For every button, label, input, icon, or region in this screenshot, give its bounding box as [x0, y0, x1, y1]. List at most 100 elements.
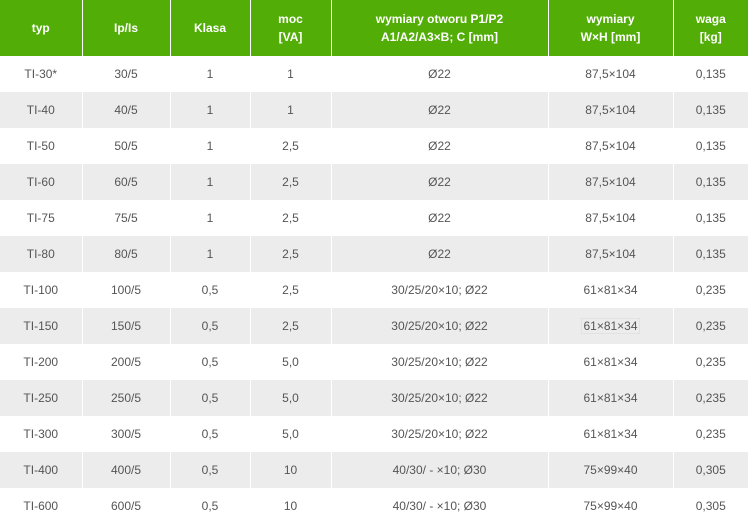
- cell-text: Ø22: [428, 103, 451, 117]
- cell-ip-is: 200/5: [82, 344, 171, 380]
- cell-text: 0,235: [695, 391, 726, 405]
- cell-text: 40/30/ - ×10; Ø30: [392, 499, 487, 513]
- cell-text: 0,235: [695, 355, 726, 369]
- cell-ip-is: 80/5: [82, 236, 171, 272]
- cell-ip-is: 40/5: [82, 92, 171, 128]
- cell-text: TI-400: [23, 463, 59, 477]
- cell-text: 61×81×34: [581, 318, 640, 334]
- cell-klasa: 0,5: [170, 272, 251, 308]
- cell-weight: 0,235: [673, 272, 748, 308]
- cell-text: 0,135: [695, 139, 726, 153]
- cell-text: 5,0: [282, 427, 299, 441]
- cell-moc: 1: [250, 92, 332, 128]
- cell-text: 250/5: [110, 391, 142, 405]
- table-row: TI-75 75/5 1 2,5 Ø22 87,5×104 0,135: [0, 200, 748, 236]
- cell-dimensions: 61×81×34: [548, 344, 674, 380]
- cell-text: TI-150: [23, 319, 59, 333]
- cell-text: Ø22: [428, 247, 451, 261]
- cell-text: 0,135: [695, 67, 726, 81]
- cell-text: 0,5: [201, 391, 219, 405]
- cell-dimensions: 75×99×40: [548, 488, 674, 524]
- cell-text: 1: [206, 67, 214, 81]
- cell-text: 30/25/20×10; Ø22: [391, 283, 488, 297]
- cell-text: 75/5: [114, 211, 138, 225]
- cell-weight: 0,305: [673, 488, 748, 524]
- cell-hole-dimensions: Ø22: [331, 56, 549, 92]
- table-row: TI-250 250/5 0,5 5,0 30/25/20×10; Ø22 61×81×3…: [0, 380, 748, 416]
- cell-text: 2,5: [282, 283, 299, 297]
- cell-typ: TI-300: [0, 416, 83, 452]
- cell-typ: TI-400: [0, 452, 83, 488]
- cell-text: 200/5: [110, 355, 142, 369]
- cell-text: 87,5×104: [585, 103, 636, 117]
- table-row: TI-80 80/5 1 2,5 Ø22 87,5×104 0,135: [0, 236, 748, 272]
- cell-weight: 0,135: [673, 56, 748, 92]
- cell-moc: 10: [250, 452, 332, 488]
- cell-typ: TI-600: [0, 488, 83, 524]
- cell-typ: TI-80: [0, 236, 83, 272]
- cell-klasa: 1: [170, 236, 251, 272]
- cell-moc: 2,5: [250, 236, 332, 272]
- cell-text: 30/25/20×10; Ø22: [391, 355, 488, 369]
- header-text: waga: [695, 12, 726, 26]
- header-text: A1/A2/A3×B; C [mm]: [380, 30, 499, 44]
- cell-text: 0,135: [695, 247, 726, 261]
- cell-text: 0,5: [201, 463, 219, 477]
- cell-text: TI-300: [23, 427, 59, 441]
- header-text: [VA]: [278, 30, 303, 44]
- header-text: wymiary otworu P1/P2: [375, 12, 504, 26]
- cell-text: 1: [206, 103, 214, 117]
- cell-text: TI-80: [26, 247, 55, 261]
- table-row: TI-100 100/5 0,5 2,5 30/25/20×10; Ø22 61×81×3…: [0, 272, 748, 308]
- cell-typ: TI-60: [0, 164, 83, 200]
- cell-klasa: 1: [170, 128, 251, 164]
- cell-text: 61×81×34: [583, 391, 638, 405]
- cell-text: Ø22: [428, 175, 451, 189]
- header-hole-dimensions: wymiary otworu P1/P2 A1/A2/A3×B; C [mm]: [331, 0, 549, 56]
- header-weight: waga [kg]: [673, 0, 748, 56]
- cell-text: 2,5: [282, 319, 299, 333]
- cell-klasa: 0,5: [170, 488, 251, 524]
- cell-klasa: 0,5: [170, 308, 251, 344]
- cell-text: 30/25/20×10; Ø22: [391, 427, 488, 441]
- cell-text: 30/25/20×10; Ø22: [391, 391, 488, 405]
- header-text: Ip/Is: [113, 21, 138, 35]
- cell-dimensions: 87,5×104: [548, 128, 674, 164]
- cell-text: 30/5: [114, 67, 138, 81]
- cell-text: 87,5×104: [585, 67, 636, 81]
- cell-text: TI-60: [26, 175, 55, 189]
- cell-ip-is: 30/5: [82, 56, 171, 92]
- table-row: TI-600 600/5 0,5 10 40/30/ - ×10; Ø30 75×99×4…: [0, 488, 748, 524]
- cell-dimensions: 75×99×40: [548, 452, 674, 488]
- cell-weight: 0,135: [673, 128, 748, 164]
- cell-klasa: 0,5: [170, 452, 251, 488]
- cell-typ: TI-50: [0, 128, 83, 164]
- cell-weight: 0,135: [673, 164, 748, 200]
- cell-text: 87,5×104: [585, 247, 636, 261]
- header-row: typ Ip/Is Klasa moc [VA] wymiary otworu P1/P2…: [0, 0, 748, 56]
- header-moc: moc [VA]: [250, 0, 332, 56]
- cell-hole-dimensions: Ø22: [331, 164, 549, 200]
- cell-text: 1: [206, 247, 214, 261]
- header-klasa: Klasa: [170, 0, 251, 56]
- table-row: TI-300 300/5 0,5 5,0 30/25/20×10; Ø22 61×81×3…: [0, 416, 748, 452]
- cell-text: 87,5×104: [585, 211, 636, 225]
- cell-text: 300/5: [110, 427, 142, 441]
- cell-hole-dimensions: 40/30/ - ×10; Ø30: [331, 452, 549, 488]
- cell-typ: TI-150: [0, 308, 83, 344]
- cell-dimensions: 61×81×34: [548, 272, 674, 308]
- header-text: Klasa: [193, 21, 227, 35]
- cell-ip-is: 150/5: [82, 308, 171, 344]
- cell-text: 0,5: [201, 427, 219, 441]
- cell-weight: 0,135: [673, 200, 748, 236]
- cell-text: 0,5: [201, 283, 219, 297]
- cell-text: 0,5: [201, 319, 219, 333]
- cell-moc: 2,5: [250, 272, 332, 308]
- cell-text: 87,5×104: [585, 139, 636, 153]
- table-row: TI-400 400/5 0,5 10 40/30/ - ×10; Ø30 75×99×4…: [0, 452, 748, 488]
- cell-text: TI-600: [23, 499, 59, 513]
- cell-hole-dimensions: Ø22: [331, 236, 549, 272]
- cell-text: TI-40: [26, 103, 55, 117]
- cell-dimensions: 61×81×34: [548, 308, 674, 344]
- cell-text: Ø22: [428, 211, 451, 225]
